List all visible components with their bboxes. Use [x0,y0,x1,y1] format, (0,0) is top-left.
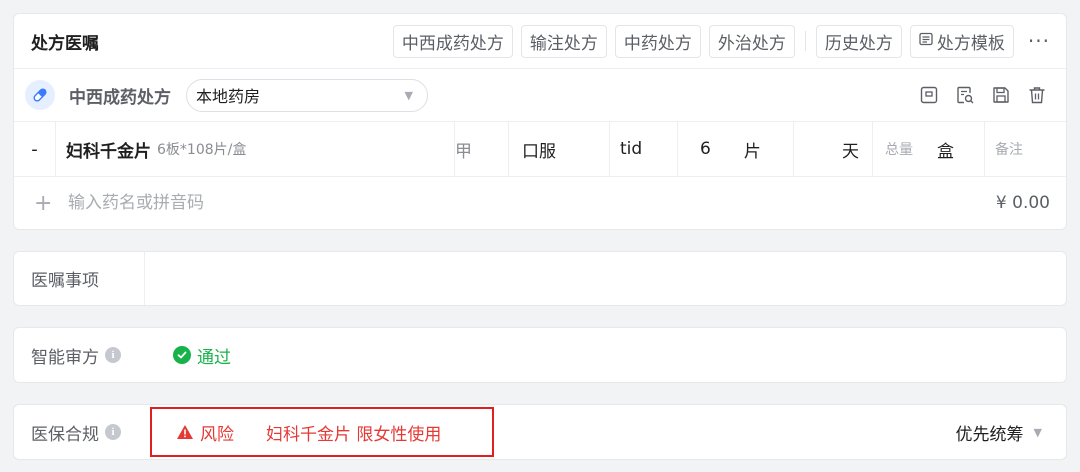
prescription-title: 处方医嘱 [31,33,99,54]
tab-herbal-rx[interactable]: 中药处方 [614,24,701,58]
insurance-label-text: 医保合规 [31,424,99,445]
drug-name-cell[interactable]: 妇科千金片 6板*108片/盒 [56,122,455,176]
orders-label: 医嘱事项 [14,252,145,305]
risk-message: 妇科千金片 限女性使用 [266,424,442,445]
warning-icon [176,424,194,440]
total-unit: 盒 [937,141,954,162]
risk-label: 风险 [200,424,234,445]
pharmacy-select[interactable]: 本地药房 ▼ [186,78,428,112]
tab-history-rx[interactable]: 历史处方 [815,24,902,58]
total-field[interactable]: 总量 盒 [873,122,985,176]
chevron-down-icon: ▼ [404,88,413,102]
search-document-icon[interactable] [953,83,977,107]
trash-icon[interactable] [1025,83,1049,107]
total-price: ¥ 0.00 [995,193,1050,213]
add-drug-row: + ¥ 0.00 [14,177,1066,229]
dose-value: 6 [700,139,711,159]
prescription-subheader: 中西成药处方 本地药房 ▼ [14,69,1066,122]
drug-row: - 妇科千金片 6板*108片/盒 甲 口服 tid 6 片 天 总量 盒 备注 [14,122,1066,177]
prescription-tools [917,83,1066,107]
add-icon[interactable]: + [34,191,68,216]
orders-input[interactable] [145,252,1066,305]
dose-unit: 片 [743,141,761,162]
days-field[interactable]: 天 [794,122,873,176]
orders-label-text: 医嘱事项 [31,271,99,291]
insurance-card: 医保合规 i 风险 妇科千金片 限女性使用 优先统筹 ▼ [13,404,1067,460]
prescription-header: 处方医嘱 中西成药处方 输注处方 中药处方 外治处方 历史处方 处方模板 ··· [14,14,1066,69]
risk-warning: 风险 妇科千金片 限女性使用 [150,407,494,457]
frequency-field[interactable]: tid [610,122,678,176]
audit-status-text: 通过 [197,347,231,368]
insurance-label: 医保合规 i [14,420,121,445]
funding-select[interactable]: 优先统筹 ▼ [956,420,1066,445]
total-label: 总量 [885,142,913,158]
audit-label: 智能审方 i [14,343,121,368]
insurance-grade: 甲 [455,122,509,176]
drug-search-input[interactable] [68,193,468,213]
audit-card: 智能审方 i 通过 [13,327,1067,383]
drug-name: 妇科千金片 [66,141,151,162]
route-field[interactable]: 口服 [509,122,610,176]
check-circle-icon [173,346,191,364]
audit-label-text: 智能审方 [31,347,99,368]
tab-external-rx[interactable]: 外治处方 [708,24,795,58]
prescription-type-label: 中西成药处方 [69,87,171,108]
funding-value: 优先统筹 [955,424,1024,445]
template-button-label: 处方模板 [936,33,1005,54]
note-icon[interactable] [917,83,941,107]
prescription-card: 处方医嘱 中西成药处方 输注处方 中药处方 外治处方 历史处方 处方模板 ···… [13,13,1067,230]
list-icon [919,31,933,51]
template-button[interactable]: 处方模板 [909,24,1014,58]
days-unit: 天 [842,141,859,162]
dose-field[interactable]: 6 片 [678,122,794,176]
audit-status: 通过 [173,343,231,368]
chevron-down-icon: ▼ [1033,425,1042,439]
prescription-type-tabs: 中西成药处方 输注处方 中药处方 外治处方 历史处方 处方模板 ··· [392,24,1066,58]
more-options-icon[interactable]: ··· [1028,29,1050,53]
drug-spec: 6板*108片/盒 [157,142,247,158]
save-icon[interactable] [989,83,1013,107]
tab-infusion-rx[interactable]: 输注处方 [520,24,607,58]
info-icon[interactable]: i [105,424,121,440]
note-field[interactable]: 备注 [985,122,1066,176]
remove-drug-button[interactable]: - [14,122,56,176]
info-icon[interactable]: i [105,347,121,363]
pharmacy-select-value: 本地药房 [196,87,261,106]
tab-western-chinese-rx[interactable]: 中西成药处方 [392,24,513,58]
orders-card: 医嘱事项 [13,251,1067,306]
pill-icon [25,80,55,110]
tab-divider [804,31,806,51]
